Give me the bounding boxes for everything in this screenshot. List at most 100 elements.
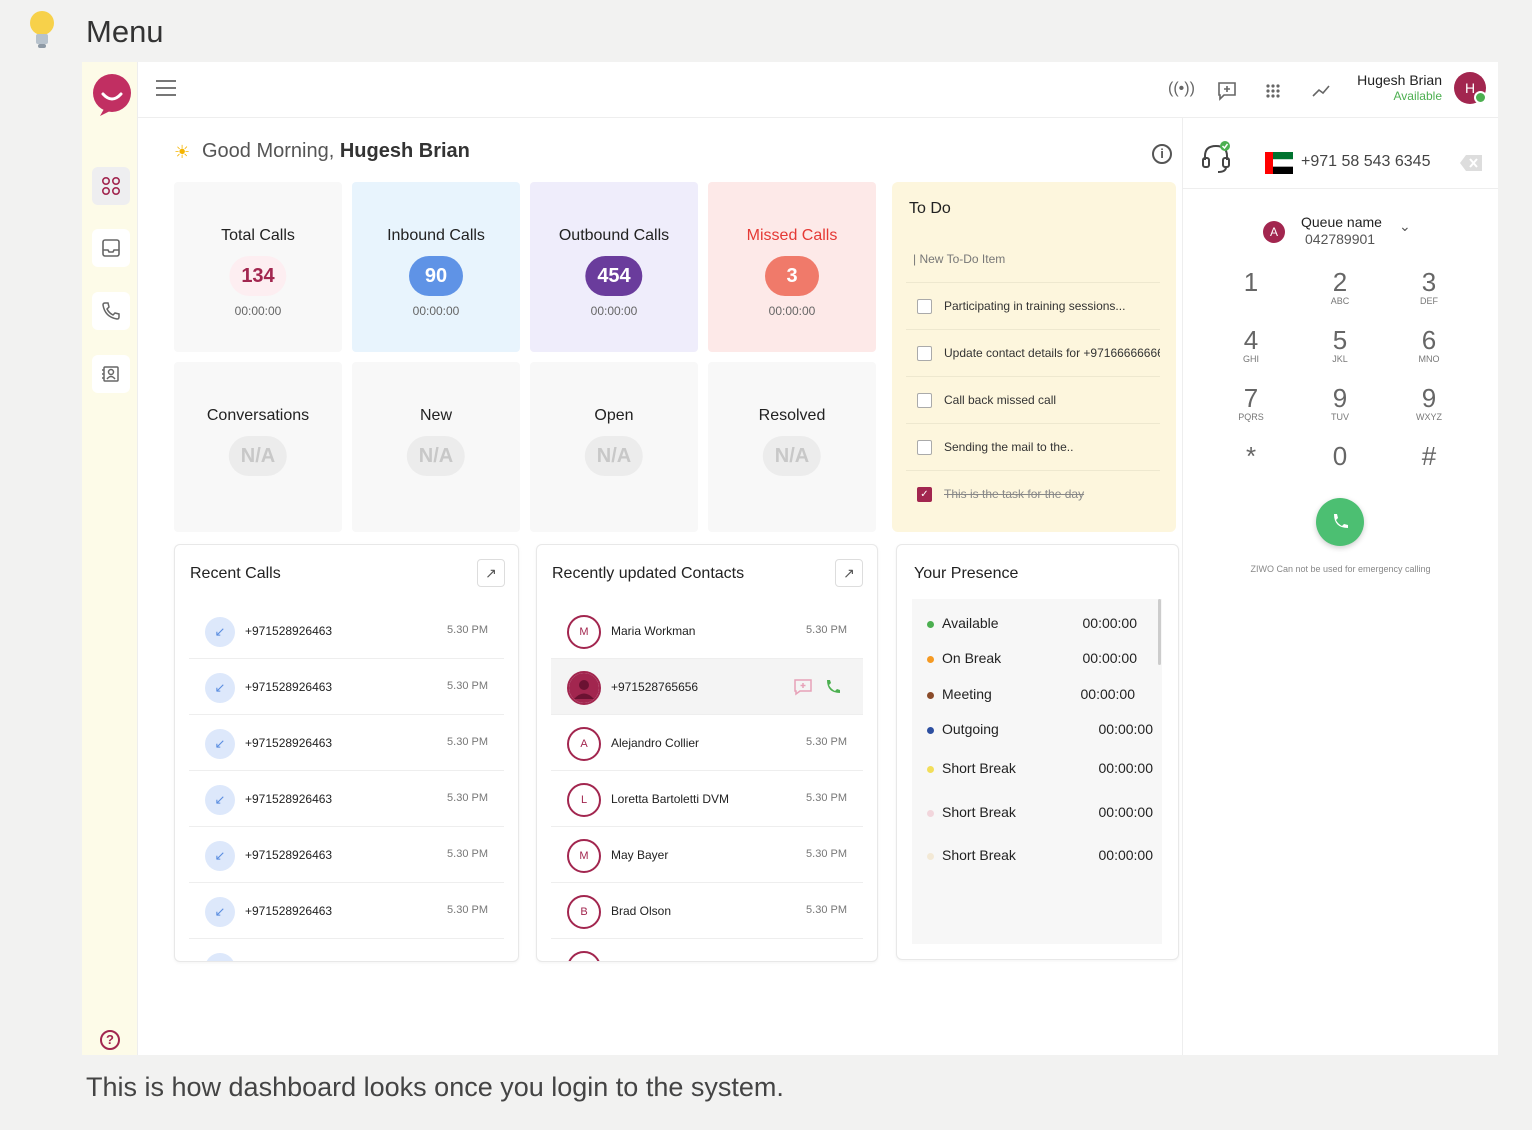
dial-key[interactable]: 0: [1310, 442, 1370, 470]
table-row[interactable]: ↙ +971528926463 5.30 PM: [189, 659, 504, 715]
table-row[interactable]: ↙ +971528926463 5.30 PM: [189, 715, 504, 771]
dial-key[interactable]: 6 MNO: [1399, 326, 1459, 364]
dial-letters: TUV: [1331, 412, 1349, 422]
dial-key[interactable]: 2 ABC: [1310, 268, 1370, 306]
info-icon[interactable]: i: [1152, 144, 1172, 164]
presence-time: 00:00:00: [1098, 847, 1154, 863]
sidebar-item-calls[interactable]: [92, 292, 130, 330]
broadcast-icon[interactable]: ((•)): [1168, 80, 1195, 102]
card-title: Recent Calls: [190, 565, 281, 582]
todo-item[interactable]: Update contact details for +97166666666: [906, 329, 1160, 376]
analytics-icon[interactable]: [1310, 80, 1332, 102]
contact-time: 5.30 PM: [806, 904, 847, 916]
todo-item[interactable]: Sending the mail to the..: [906, 423, 1160, 470]
stat-new[interactable]: New N/A: [352, 362, 520, 532]
user-avatar[interactable]: H: [1454, 72, 1487, 104]
checkbox[interactable]: [917, 393, 932, 408]
queue-name[interactable]: Queue name: [1301, 214, 1382, 230]
greeting-prefix: Good Morning,: [202, 140, 335, 162]
dial-letters: DEF: [1420, 296, 1438, 306]
expand-icon[interactable]: ↗: [477, 559, 505, 587]
dial-key[interactable]: #: [1399, 442, 1459, 470]
call-number: +971528926463: [245, 848, 333, 862]
checkbox[interactable]: [917, 440, 932, 455]
todo-new-input[interactable]: | New To-Do Item: [913, 252, 1005, 266]
dial-key[interactable]: 9 WXYZ: [1399, 384, 1459, 422]
table-row[interactable]: ↙ +971528926463 5.30 PM: [189, 603, 504, 659]
contact-avatar: M: [567, 615, 601, 649]
list-item[interactable]: +971528765656: [551, 659, 863, 715]
uae-flag-icon[interactable]: [1265, 152, 1293, 174]
stat-time: 00:00:00: [412, 304, 460, 318]
stat-label: Resolved: [758, 407, 826, 424]
dial-key[interactable]: 5 JKL: [1310, 326, 1370, 364]
checkbox[interactable]: [917, 346, 932, 361]
presence-label: Short Break: [942, 847, 1016, 863]
status-dot: [927, 853, 934, 860]
table-row[interactable]: ↙ +971528926463 5.30 PM: [189, 827, 504, 883]
todo-item[interactable]: ✓ This is the task for the day: [906, 470, 1160, 517]
contact-name: +971528765656: [611, 680, 699, 694]
checkbox-checked[interactable]: ✓: [917, 487, 932, 502]
chat-add-icon[interactable]: [1216, 80, 1238, 102]
dial-digit: #: [1421, 441, 1437, 471]
call-time: 5.30 PM: [447, 904, 488, 916]
stat-outbound-calls[interactable]: Outbound Calls 454 00:00:00: [530, 182, 698, 352]
menu-icon[interactable]: [156, 80, 176, 96]
todo-text: This is the task for the day: [944, 487, 1085, 501]
dial-letters: MNO: [1418, 354, 1440, 364]
scrollbar[interactable]: [1158, 599, 1161, 665]
person-avatar-icon: [567, 671, 601, 705]
list-item[interactable]: A Alejandro Collier 5.30 PM: [551, 715, 863, 771]
list-item[interactable]: B Brad Olson 5.30 PM: [551, 883, 863, 939]
caption: This is how dashboard looks once you log…: [86, 1072, 784, 1102]
list-item[interactable]: M May Bayer 5.30 PM: [551, 827, 863, 883]
sidebar-item-dashboard[interactable]: [92, 167, 130, 205]
recent-contacts-card: Recently updated Contacts ↗ M Maria Workm…: [536, 544, 878, 962]
brand-logo[interactable]: [92, 73, 132, 117]
stat-inbound-calls[interactable]: Inbound Calls 90 00:00:00: [352, 182, 520, 352]
call-icon[interactable]: [823, 677, 843, 697]
dial-key[interactable]: 7 PQRS: [1221, 384, 1281, 422]
dial-key[interactable]: 4 GHI: [1221, 326, 1281, 364]
checkbox[interactable]: [917, 299, 932, 314]
dial-key[interactable]: 3 DEF: [1399, 268, 1459, 306]
stat-time: 00:00:00: [234, 304, 282, 318]
stat-conversations[interactable]: Conversations N/A: [174, 362, 342, 532]
dial-key[interactable]: *: [1221, 442, 1281, 470]
todo-item[interactable]: Call back missed call: [906, 376, 1160, 423]
dial-key[interactable]: 1: [1221, 268, 1281, 296]
stat-value: 134: [229, 256, 287, 296]
sidebar-item-contacts[interactable]: [92, 355, 130, 393]
stat-total-calls[interactable]: Total Calls 134 00:00:00: [174, 182, 342, 352]
contact-avatar: M: [567, 839, 601, 873]
help-icon[interactable]: ?: [100, 1030, 120, 1050]
user-status: Available: [1393, 89, 1442, 103]
expand-icon[interactable]: ↗: [835, 559, 863, 587]
phone-icon: [102, 302, 120, 320]
presence-row: Available 00:00:00: [927, 615, 1147, 635]
phone-number-input[interactable]: +971 58 543 6345: [1301, 153, 1430, 171]
table-row[interactable]: ↙ +971528926463 5.30 PM: [189, 771, 504, 827]
call-button[interactable]: [1316, 498, 1364, 546]
presence-time: 00:00:00: [1080, 686, 1136, 702]
backspace-icon[interactable]: [1459, 154, 1483, 172]
dial-letters: GHI: [1242, 354, 1259, 364]
sidebar-item-inbox[interactable]: [92, 229, 130, 267]
chat-add-icon[interactable]: [793, 677, 813, 697]
table-row[interactable]: ↙ +971528926463 5.30 PM: [189, 883, 504, 939]
dial-digit: 2: [1332, 267, 1348, 297]
chevron-down-icon[interactable]: ⌄: [1399, 218, 1411, 235]
headset-icon[interactable]: [1201, 140, 1231, 176]
stat-missed-calls[interactable]: Missed Calls 3 00:00:00: [708, 182, 876, 352]
dial-letters: ABC: [1330, 296, 1350, 306]
stat-resolved[interactable]: Resolved N/A: [708, 362, 876, 532]
emergency-notice: ZIWO Can not be used for emergency calli…: [1250, 564, 1431, 574]
stat-open[interactable]: Open N/A: [530, 362, 698, 532]
dial-key[interactable]: 9 TUV: [1310, 384, 1370, 422]
contact-avatar: B: [567, 895, 601, 929]
apps-grid-icon[interactable]: [1262, 80, 1284, 102]
list-item[interactable]: M Maria Workman 5.30 PM: [551, 603, 863, 659]
list-item[interactable]: L Loretta Bartoletti DVM 5.30 PM: [551, 771, 863, 827]
todo-item[interactable]: Participating in training sessions...: [906, 282, 1160, 329]
